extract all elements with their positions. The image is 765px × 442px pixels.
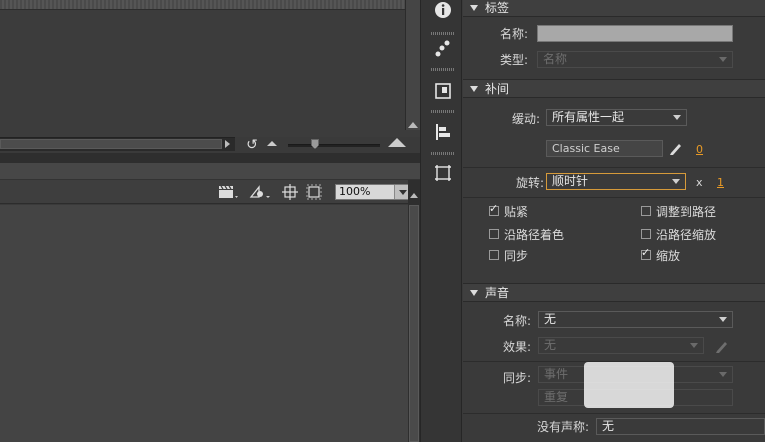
clapperboard-icon[interactable]	[217, 184, 239, 200]
label-type-value: 名称	[543, 52, 568, 66]
sound-effect-select[interactable]: 无	[538, 337, 704, 354]
sound-repeat-value: 重复	[544, 390, 569, 404]
align-icon[interactable]	[433, 122, 453, 142]
panel-divider	[0, 153, 420, 163]
strip-grip[interactable]	[431, 32, 455, 35]
mountain-small-icon[interactable]	[267, 141, 277, 146]
orient-to-path-checkbox[interactable]	[641, 206, 651, 216]
sound-name-value: 无	[544, 312, 557, 326]
stage-zoom-select[interactable]: 100%	[335, 184, 411, 200]
section-header-label[interactable]: 标签	[463, 0, 765, 17]
sound-sync-label: 同步:	[503, 371, 532, 385]
label-type-select[interactable]: 名称	[537, 51, 733, 68]
ease-amount[interactable]: 0	[696, 142, 703, 158]
sound-name-select[interactable]: 无	[538, 311, 733, 328]
strip-grip[interactable]	[431, 152, 455, 155]
stage-canvas[interactable]	[0, 205, 408, 442]
stage-zoom-value: 100%	[339, 185, 371, 198]
sound-name-label: 名称:	[503, 314, 532, 328]
section-header-tween[interactable]: 补间	[463, 79, 765, 98]
label-name-label: 名称:	[500, 27, 529, 41]
snap-checkbox[interactable]	[489, 202, 499, 216]
loop-icon[interactable]: ↺	[244, 137, 260, 153]
scroll-up-arrow-icon[interactable]	[410, 193, 418, 198]
chevron-down-icon	[673, 115, 681, 120]
section-header-sound[interactable]: 声音	[463, 283, 765, 302]
ease-select[interactable]: 所有属性一起	[546, 109, 687, 126]
label-name-field[interactable]	[537, 25, 733, 42]
sync-checkbox-label: 同步	[504, 249, 529, 263]
timeline-ruler[interactable]	[0, 0, 405, 10]
sound-effect-value: 无	[544, 338, 557, 352]
collapse-triangle-icon[interactable]	[470, 86, 478, 92]
color-along-path-label: 沿路径着色	[504, 228, 565, 242]
chevron-down-icon	[690, 343, 698, 348]
panel-icon-strip	[420, 0, 462, 442]
rotate-count[interactable]: 1	[717, 175, 724, 191]
pencil-icon[interactable]	[668, 140, 682, 156]
timeline-zoom-slider[interactable]	[288, 144, 380, 147]
strip-grip[interactable]	[431, 110, 455, 113]
timeline-frames-area[interactable]	[0, 0, 420, 137]
ease-label: 缓动:	[512, 112, 541, 126]
sync-checkbox[interactable]	[489, 250, 499, 260]
pencil-icon[interactable]	[714, 338, 728, 354]
rotate-label: 旋转:	[516, 176, 545, 190]
scroll-up-arrow-icon[interactable]	[408, 122, 418, 128]
section-title: 声音	[485, 286, 510, 300]
section-title: 标签	[485, 1, 510, 15]
chevron-down-icon	[719, 372, 727, 377]
no-sound-field[interactable]: 无	[596, 418, 765, 435]
classic-ease-label: Classic Ease	[552, 142, 620, 155]
info-icon[interactable]	[433, 0, 453, 20]
label-type-label: 类型:	[500, 53, 529, 67]
snap-icon[interactable]	[248, 184, 272, 200]
divider	[463, 167, 765, 168]
scale-checkbox-label: 缩放	[656, 249, 681, 263]
stage-vertical-scroll-thumb[interactable]	[409, 205, 419, 442]
horizontal-scroll-thumb[interactable]	[0, 139, 222, 149]
collapse-triangle-icon[interactable]	[470, 290, 478, 296]
library-icon[interactable]	[433, 81, 453, 101]
watermark-overlay	[584, 362, 674, 408]
clip-frame-icon[interactable]	[306, 184, 322, 200]
ease-value: 所有属性一起	[552, 110, 625, 124]
no-sound-value: 无	[602, 419, 615, 433]
stage-tab-bar	[0, 163, 420, 180]
timeline-zoom-slider-thumb[interactable]	[311, 139, 319, 149]
center-crosshair-icon[interactable]	[281, 184, 299, 200]
mountain-large-icon[interactable]	[388, 138, 406, 147]
no-sound-label: 没有声称:	[537, 420, 590, 434]
transform-icon[interactable]	[433, 163, 453, 183]
divider	[463, 413, 765, 414]
section-title: 补间	[485, 82, 510, 96]
chevron-down-icon	[672, 179, 680, 184]
color-along-path-checkbox[interactable]	[489, 229, 499, 239]
scroll-right-arrow-icon[interactable]	[225, 140, 230, 148]
scale-along-path-checkbox[interactable]	[641, 229, 651, 239]
snap-checkbox-label: 贴紧	[504, 205, 529, 219]
sound-effect-label: 效果:	[503, 340, 532, 354]
color-swatches-icon[interactable]	[433, 38, 453, 58]
scale-along-path-label: 沿路径缩放	[656, 228, 717, 242]
classic-ease-button[interactable]: Classic Ease	[546, 140, 663, 157]
scale-checkbox[interactable]	[641, 246, 651, 260]
sound-sync-value: 事件	[544, 367, 569, 381]
strip-grip[interactable]	[431, 68, 455, 71]
rotate-value: 顺时针	[552, 174, 589, 188]
timeline-vertical-scrollbar[interactable]	[405, 0, 420, 130]
rotate-select[interactable]: 顺时针	[546, 173, 686, 190]
times-label: x	[696, 176, 703, 189]
chevron-down-icon	[719, 317, 727, 322]
orient-to-path-label: 调整到路径	[656, 205, 717, 219]
divider	[463, 197, 765, 198]
collapse-triangle-icon[interactable]	[470, 5, 478, 11]
chevron-down-icon	[719, 57, 727, 62]
